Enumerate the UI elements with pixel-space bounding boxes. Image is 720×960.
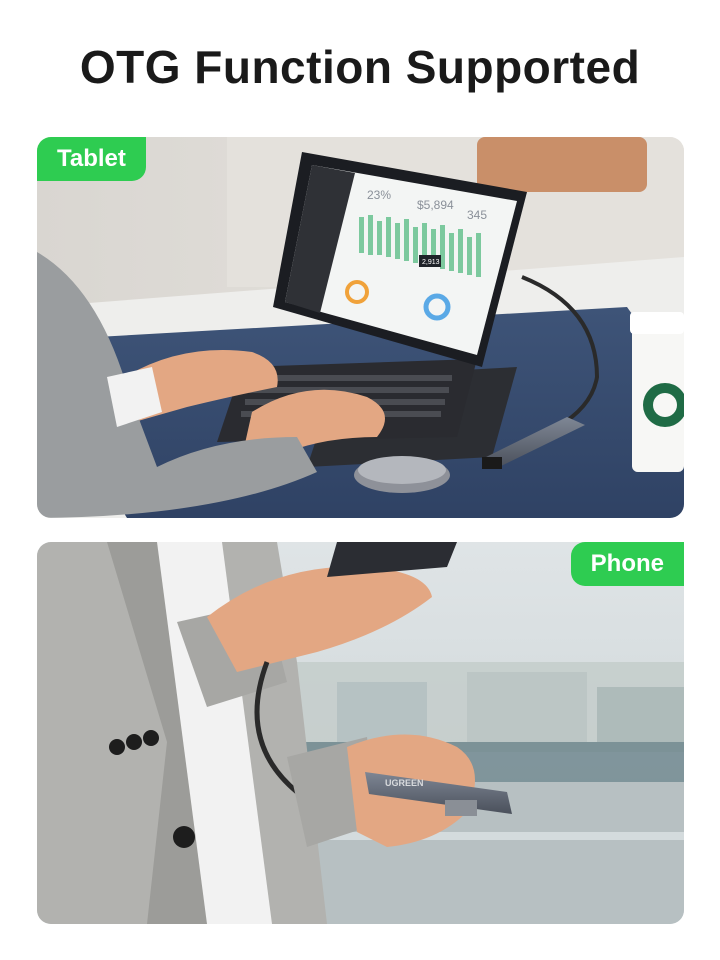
screen-stat-1: 23% xyxy=(367,188,391,202)
hub-brand-label: UGREEN xyxy=(385,778,424,788)
tablet-label-badge: Tablet xyxy=(37,137,146,181)
page-title: OTG Function Supported xyxy=(79,41,641,93)
tablet-usage-photo: 23% $5,894 345 2,913 xyxy=(37,137,684,518)
phone-label-badge: Phone xyxy=(570,542,684,586)
screen-stat-3: 345 xyxy=(467,208,487,222)
phone-usage-photo: UGREEN xyxy=(37,542,684,924)
tablet-scene-illustration: 23% $5,894 345 2,913 xyxy=(37,137,684,518)
screen-marker: 2,913 xyxy=(422,259,440,266)
phone-scene-illustration: UGREEN xyxy=(37,542,684,924)
screen-stat-2: $5,894 xyxy=(417,198,454,212)
coffee-cup xyxy=(630,312,684,472)
